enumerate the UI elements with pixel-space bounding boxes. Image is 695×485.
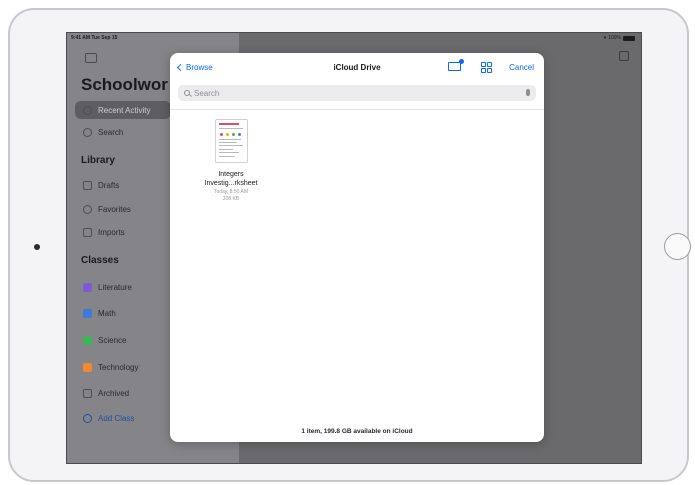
import-icon bbox=[83, 227, 92, 237]
plus-icon bbox=[83, 413, 92, 423]
sidebar-item-label: Recent Activity bbox=[98, 105, 151, 115]
library-heading: Library bbox=[81, 155, 115, 166]
new-folder-icon[interactable] bbox=[448, 59, 464, 71]
sidebar-item-label: Literature bbox=[98, 282, 132, 292]
flask-icon bbox=[83, 335, 92, 345]
sidebar-item-technology[interactable]: Technology bbox=[75, 358, 171, 376]
sidebar-item-archived[interactable]: Archived bbox=[75, 384, 171, 402]
divider bbox=[170, 109, 544, 110]
sidebar-item-literature[interactable]: Literature bbox=[75, 278, 171, 296]
pencil-icon bbox=[83, 180, 92, 190]
classes-heading: Classes bbox=[81, 255, 119, 266]
microphone-icon[interactable] bbox=[526, 89, 530, 96]
sidebar-item-recent-activity[interactable]: Recent Activity bbox=[75, 101, 171, 119]
battery-icon bbox=[623, 35, 635, 41]
archive-icon bbox=[83, 388, 92, 398]
sidebar-item-math[interactable]: Math bbox=[75, 304, 171, 322]
gear-icon bbox=[83, 362, 92, 372]
file-picker-modal: Browse iCloud Drive Cancel Search Intege… bbox=[170, 53, 544, 442]
sidebar-item-favorites[interactable]: Favorites bbox=[75, 200, 171, 218]
sidebar-toggle-icon[interactable] bbox=[85, 53, 97, 63]
sidebar-item-label: Technology bbox=[98, 362, 139, 372]
search-icon bbox=[83, 127, 92, 137]
document-thumbnail bbox=[214, 119, 248, 163]
sidebar-item-label: Science bbox=[98, 335, 127, 345]
ipad-screen: 9:41 AM Tue Sep 15 ▾ 100% Schoolwor Rece… bbox=[66, 32, 642, 464]
add-class-button[interactable]: Add Class bbox=[75, 409, 171, 427]
wifi-icon: ▾ bbox=[603, 35, 607, 41]
app-title: Schoolwor bbox=[81, 75, 168, 94]
heart-icon bbox=[83, 204, 92, 214]
grid-view-icon[interactable] bbox=[481, 62, 492, 73]
sidebar-item-label: Favorites bbox=[98, 204, 131, 214]
sidebar-item-label: Drafts bbox=[98, 180, 120, 190]
clock-icon bbox=[83, 105, 92, 115]
calculator-icon bbox=[83, 308, 92, 318]
status-indicators: ▾ 100% bbox=[604, 35, 635, 41]
front-camera bbox=[34, 244, 40, 250]
sidebar-item-imports[interactable]: Imports bbox=[75, 223, 171, 241]
add-class-label: Add Class bbox=[98, 413, 135, 423]
file-name-line1: Integers bbox=[218, 171, 244, 178]
file-date: Today, 8:50 AM bbox=[213, 189, 249, 195]
file-item[interactable]: Integers Investig...rksheet Today, 8:50 … bbox=[192, 119, 270, 203]
sidebar-item-label: Math bbox=[98, 308, 116, 318]
home-button[interactable] bbox=[664, 233, 691, 260]
search-bar[interactable] bbox=[178, 85, 536, 101]
battery-percent: 100% bbox=[608, 35, 621, 41]
cancel-button[interactable]: Cancel bbox=[509, 63, 534, 72]
book-icon bbox=[83, 282, 92, 292]
file-name-line2: Investig...rksheet bbox=[204, 180, 258, 187]
sidebar-item-search[interactable]: Search bbox=[75, 123, 171, 141]
storage-status: 1 item, 199.8 GB available on iCloud bbox=[301, 428, 413, 435]
sidebar-item-drafts[interactable]: Drafts bbox=[75, 176, 171, 194]
sidebar-item-label: Imports bbox=[98, 227, 125, 237]
status-time: 9:41 AM Tue Sep 15 bbox=[71, 35, 118, 41]
sidebar-item-label: Search bbox=[98, 127, 124, 137]
share-icon[interactable] bbox=[619, 51, 629, 61]
file-size: 308 KB bbox=[222, 196, 240, 202]
modal-header: Browse iCloud Drive Cancel bbox=[170, 53, 544, 81]
search-input[interactable] bbox=[194, 88, 514, 98]
sidebar-item-science[interactable]: Science bbox=[75, 331, 171, 349]
sidebar-item-label: Archived bbox=[98, 388, 130, 398]
search-icon bbox=[184, 90, 190, 96]
